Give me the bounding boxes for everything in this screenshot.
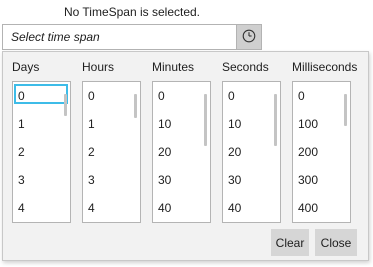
- milliseconds-label: Milliseconds: [292, 60, 358, 74]
- list-item[interactable]: 30: [228, 170, 272, 190]
- list-item[interactable]: 4: [18, 198, 62, 218]
- hours-scrollbar[interactable]: [134, 94, 137, 118]
- list-item[interactable]: 100: [298, 114, 342, 134]
- list-item[interactable]: 2: [88, 142, 132, 162]
- list-item[interactable]: 300: [298, 170, 342, 190]
- time-span-input[interactable]: [3, 25, 235, 49]
- seconds-scrollbar[interactable]: [274, 94, 277, 146]
- days-list[interactable]: 0 1 2 3 4: [12, 81, 71, 223]
- list-item[interactable]: 20: [228, 142, 272, 162]
- minutes-scrollbar[interactable]: [204, 94, 207, 146]
- hours-list[interactable]: 0 1 2 3 4: [82, 81, 141, 223]
- list-item[interactable]: 400: [298, 198, 342, 218]
- open-picker-button[interactable]: [236, 25, 261, 49]
- list-item[interactable]: 30: [158, 170, 202, 190]
- list-item[interactable]: 20: [158, 142, 202, 162]
- list-item[interactable]: 1: [88, 114, 132, 134]
- selection-status-text: No TimeSpan is selected.: [63, 5, 201, 19]
- list-item[interactable]: 4: [88, 198, 132, 218]
- days-label: Days: [12, 60, 40, 74]
- seconds-list[interactable]: 0 10 20 30 40: [222, 81, 281, 223]
- list-item[interactable]: 2: [18, 142, 62, 162]
- list-item[interactable]: 10: [158, 114, 202, 134]
- days-scrollbar[interactable]: [64, 94, 67, 116]
- list-item[interactable]: 0: [158, 86, 202, 106]
- time-span-popup: Days 0 1 2 3 4 Hours 0 1 2 3 4 Minutes 0…: [2, 51, 369, 261]
- list-item[interactable]: 0: [88, 86, 132, 106]
- milliseconds-list[interactable]: 0 100 200 300 400: [292, 81, 351, 223]
- minutes-list[interactable]: 0 10 20 30 40: [152, 81, 211, 223]
- list-item[interactable]: 1: [18, 114, 62, 134]
- clock-icon: [242, 29, 256, 46]
- list-item[interactable]: 0: [14, 84, 68, 104]
- list-item[interactable]: 200: [298, 142, 342, 162]
- list-item[interactable]: 10: [228, 114, 272, 134]
- list-item[interactable]: 0: [228, 86, 272, 106]
- seconds-label: Seconds: [222, 60, 269, 74]
- list-item[interactable]: 3: [18, 170, 62, 190]
- time-span-picker: [2, 24, 262, 50]
- minutes-label: Minutes: [152, 60, 195, 74]
- list-item[interactable]: 40: [228, 198, 272, 218]
- list-item[interactable]: 3: [88, 170, 132, 190]
- clear-button[interactable]: Clear: [271, 229, 309, 256]
- milliseconds-scrollbar[interactable]: [344, 94, 347, 126]
- close-button[interactable]: Close: [315, 229, 357, 256]
- list-item[interactable]: 0: [298, 86, 342, 106]
- hours-label: Hours: [82, 60, 115, 74]
- list-item[interactable]: 40: [158, 198, 202, 218]
